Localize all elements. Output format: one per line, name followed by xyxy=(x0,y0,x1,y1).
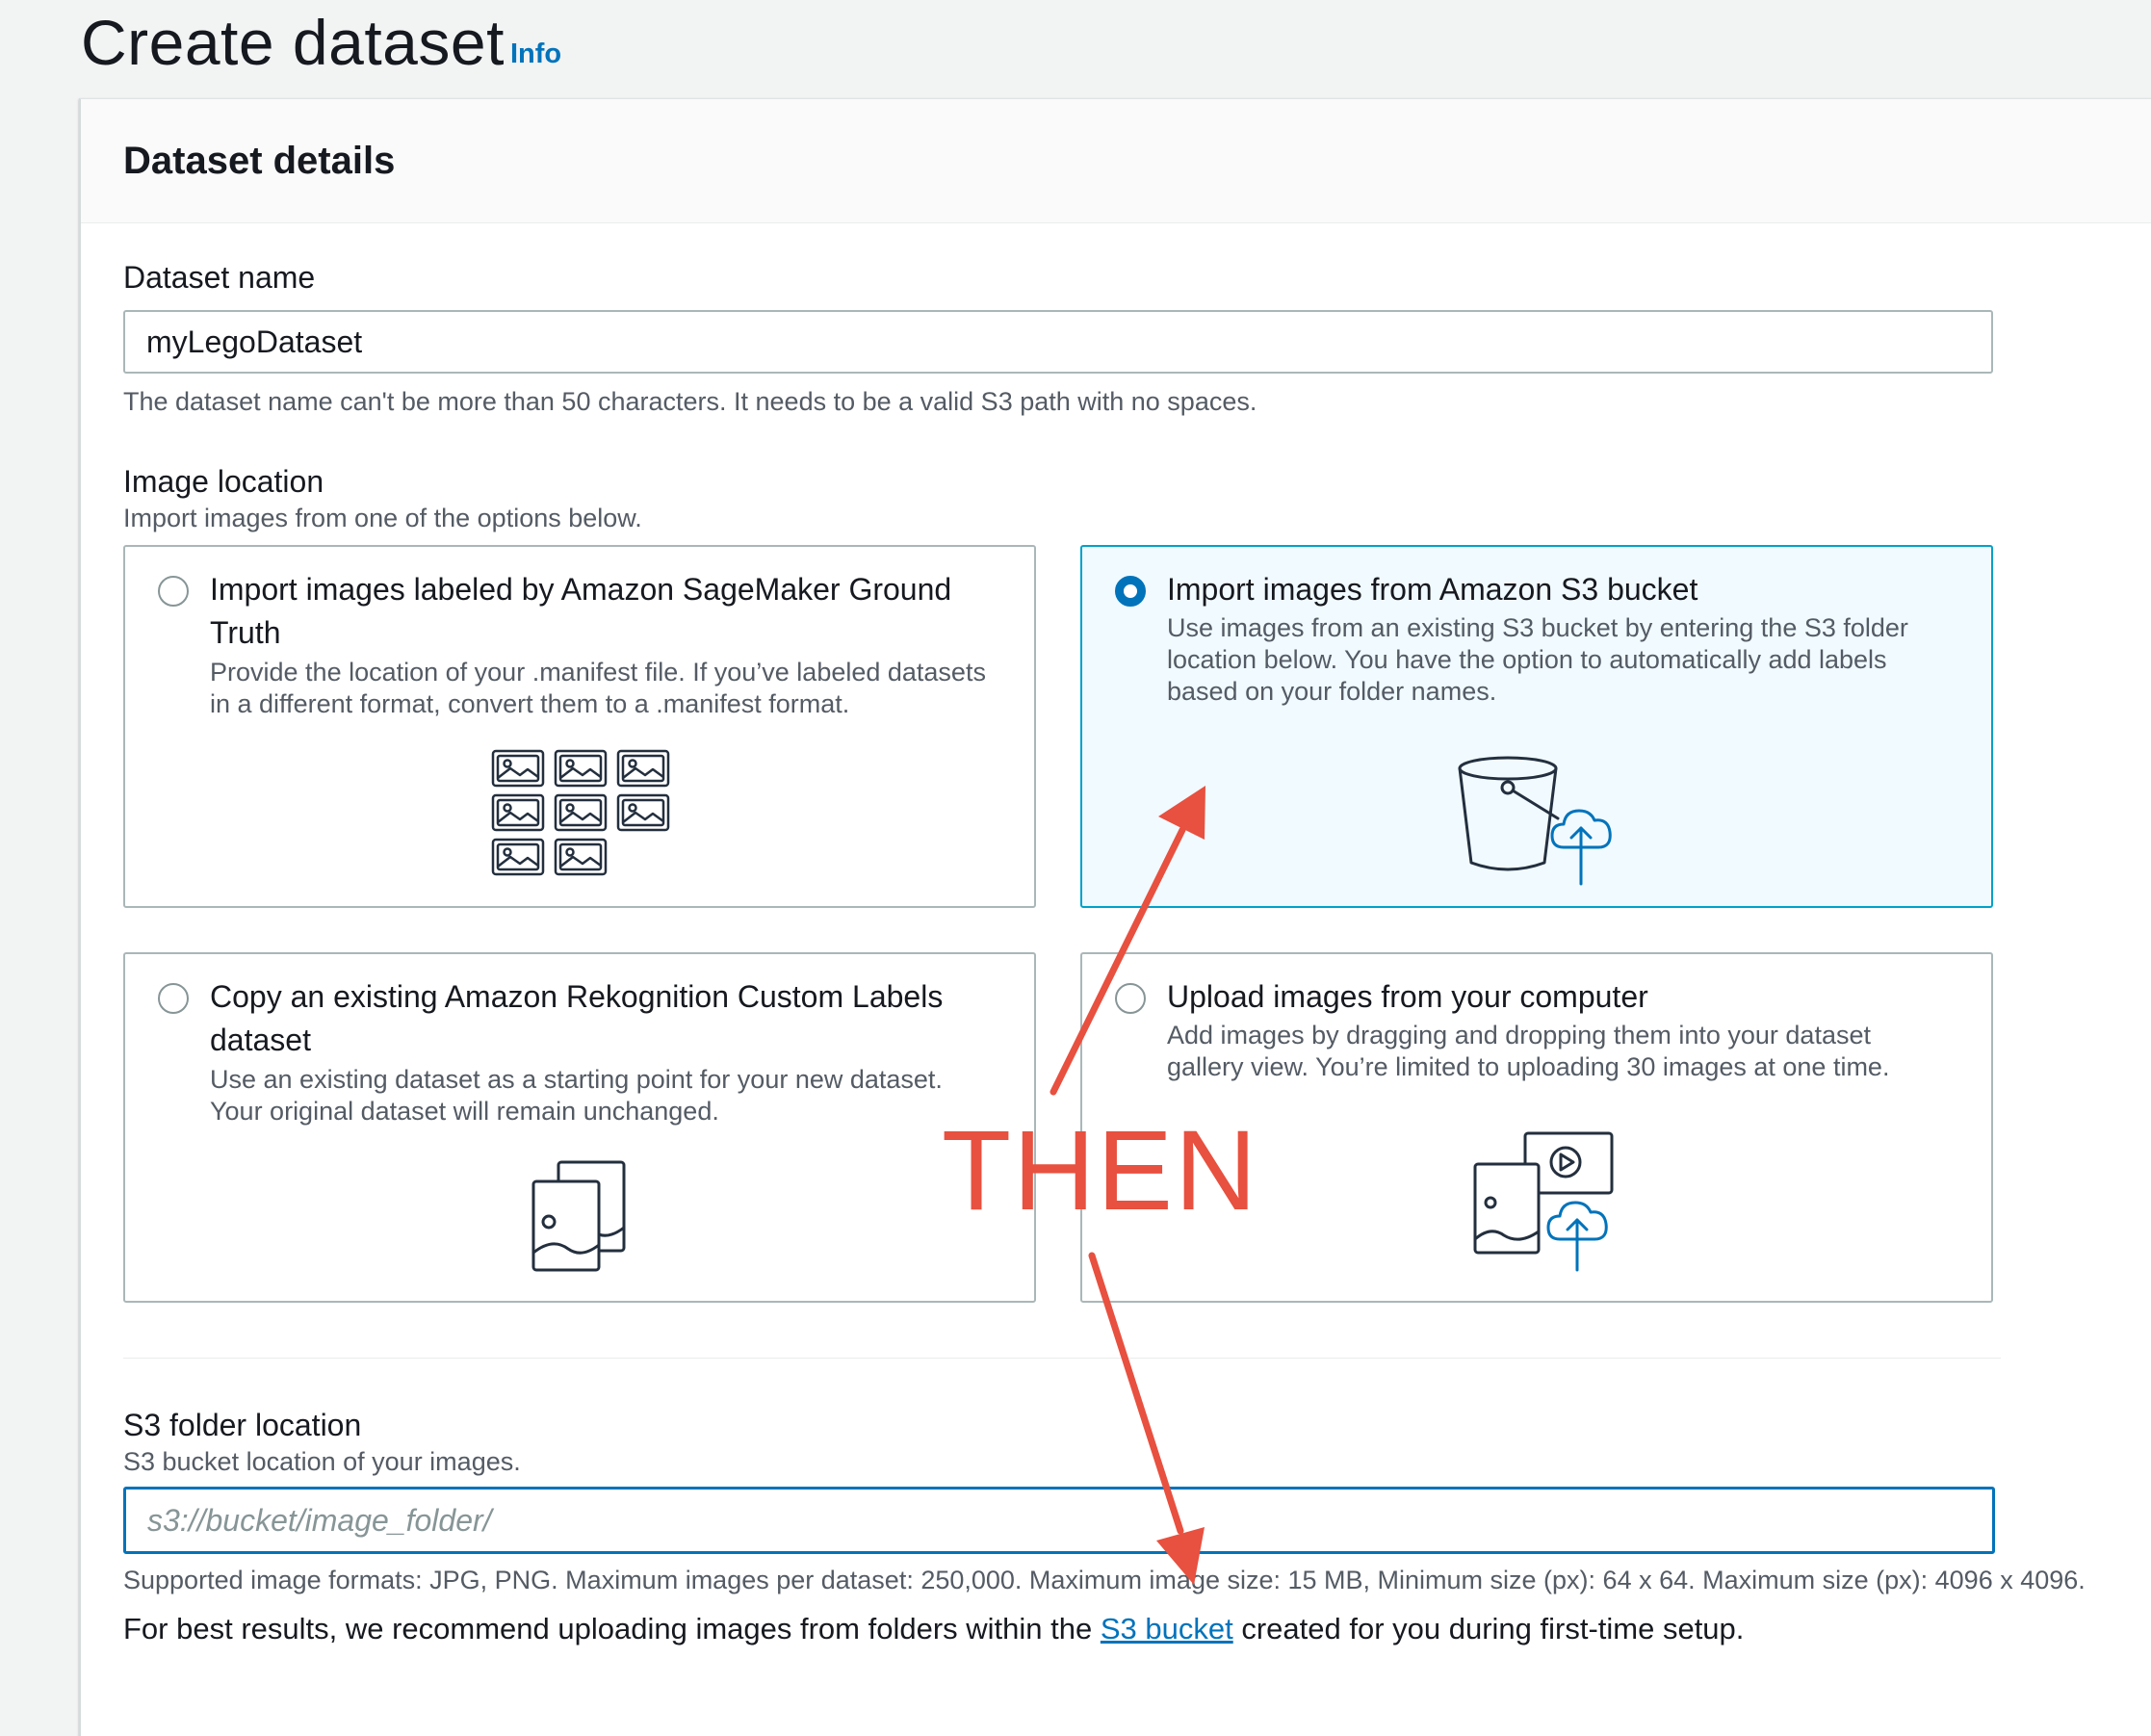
option-title-cont: dataset xyxy=(210,1023,311,1057)
option-description: Provide the location of your .manifest f… xyxy=(210,658,986,687)
option-description: Use images from an existing S3 bucket by… xyxy=(1167,613,1908,642)
page-title: Create dataset xyxy=(81,7,505,78)
s3-folder-input[interactable] xyxy=(123,1487,1995,1554)
panel-title: Dataset details xyxy=(123,140,396,182)
radio-sagemaker-ground-truth[interactable] xyxy=(158,576,189,607)
option-title-cont: Truth xyxy=(210,615,281,650)
option-description-cont: in a different format, convert them to a… xyxy=(210,689,850,718)
recommend-prefix: For best results, we recommend uploading… xyxy=(123,1612,1101,1645)
option-title: Import images labeled by Amazon SageMake… xyxy=(210,572,952,607)
dataset-name-constraint: The dataset name can't be more than 50 c… xyxy=(123,387,1257,416)
option-description-cont: based on your folder names. xyxy=(1167,677,1497,706)
image-location-description: Import images from one of the options be… xyxy=(123,504,642,532)
section-divider xyxy=(123,1358,2001,1359)
s3-folder-label: S3 folder location xyxy=(123,1408,362,1442)
computer-upload-icon xyxy=(1473,1131,1614,1272)
option-title: Import images from Amazon S3 bucket xyxy=(1167,572,1698,607)
recommend-suffix: created for you during first-time setup. xyxy=(1232,1612,1745,1645)
option-description-cont: location below. You have the option to a… xyxy=(1167,645,1887,674)
s3-bucket-upload-icon xyxy=(1458,756,1612,886)
dataset-name-label: Dataset name xyxy=(123,260,316,295)
option-title: Upload images from your computer xyxy=(1167,979,1648,1014)
option-tile-copy-dataset[interactable]: Copy an existing Amazon Rekognition Cust… xyxy=(123,952,1036,1303)
s3-formats-hint: Supported image formats: JPG, PNG. Maxim… xyxy=(123,1566,2086,1594)
info-link[interactable]: Info xyxy=(510,39,561,70)
radio-copy-dataset[interactable] xyxy=(158,983,189,1014)
radio-s3-bucket[interactable] xyxy=(1115,576,1146,607)
s3-folder-description: S3 bucket location of your images. xyxy=(123,1447,521,1476)
option-description: Add images by dragging and dropping them… xyxy=(1167,1021,1871,1049)
copy-images-icon xyxy=(531,1160,626,1272)
annotation-then-text: THEN xyxy=(942,1107,1259,1234)
image-grid-icon xyxy=(491,749,670,876)
s3-recommendation: For best results, we recommend uploading… xyxy=(123,1612,1744,1646)
radio-upload-computer[interactable] xyxy=(1115,983,1146,1014)
option-title: Copy an existing Amazon Rekognition Cust… xyxy=(210,979,944,1014)
option-description-cont: gallery view. You’re limited to uploadin… xyxy=(1167,1052,1890,1081)
option-description-cont: Your original dataset will remain unchan… xyxy=(210,1097,719,1126)
option-description: Use an existing dataset as a starting po… xyxy=(210,1065,943,1094)
dataset-name-input[interactable] xyxy=(123,310,1993,374)
option-tile-sagemaker-ground-truth[interactable]: Import images labeled by Amazon SageMake… xyxy=(123,545,1036,908)
option-tile-s3-bucket[interactable]: Import images from Amazon S3 bucket Use … xyxy=(1080,545,1993,908)
s3-bucket-link[interactable]: S3 bucket xyxy=(1101,1612,1233,1645)
image-location-label: Image location xyxy=(123,464,324,499)
panel-header: Dataset details xyxy=(81,99,2151,223)
